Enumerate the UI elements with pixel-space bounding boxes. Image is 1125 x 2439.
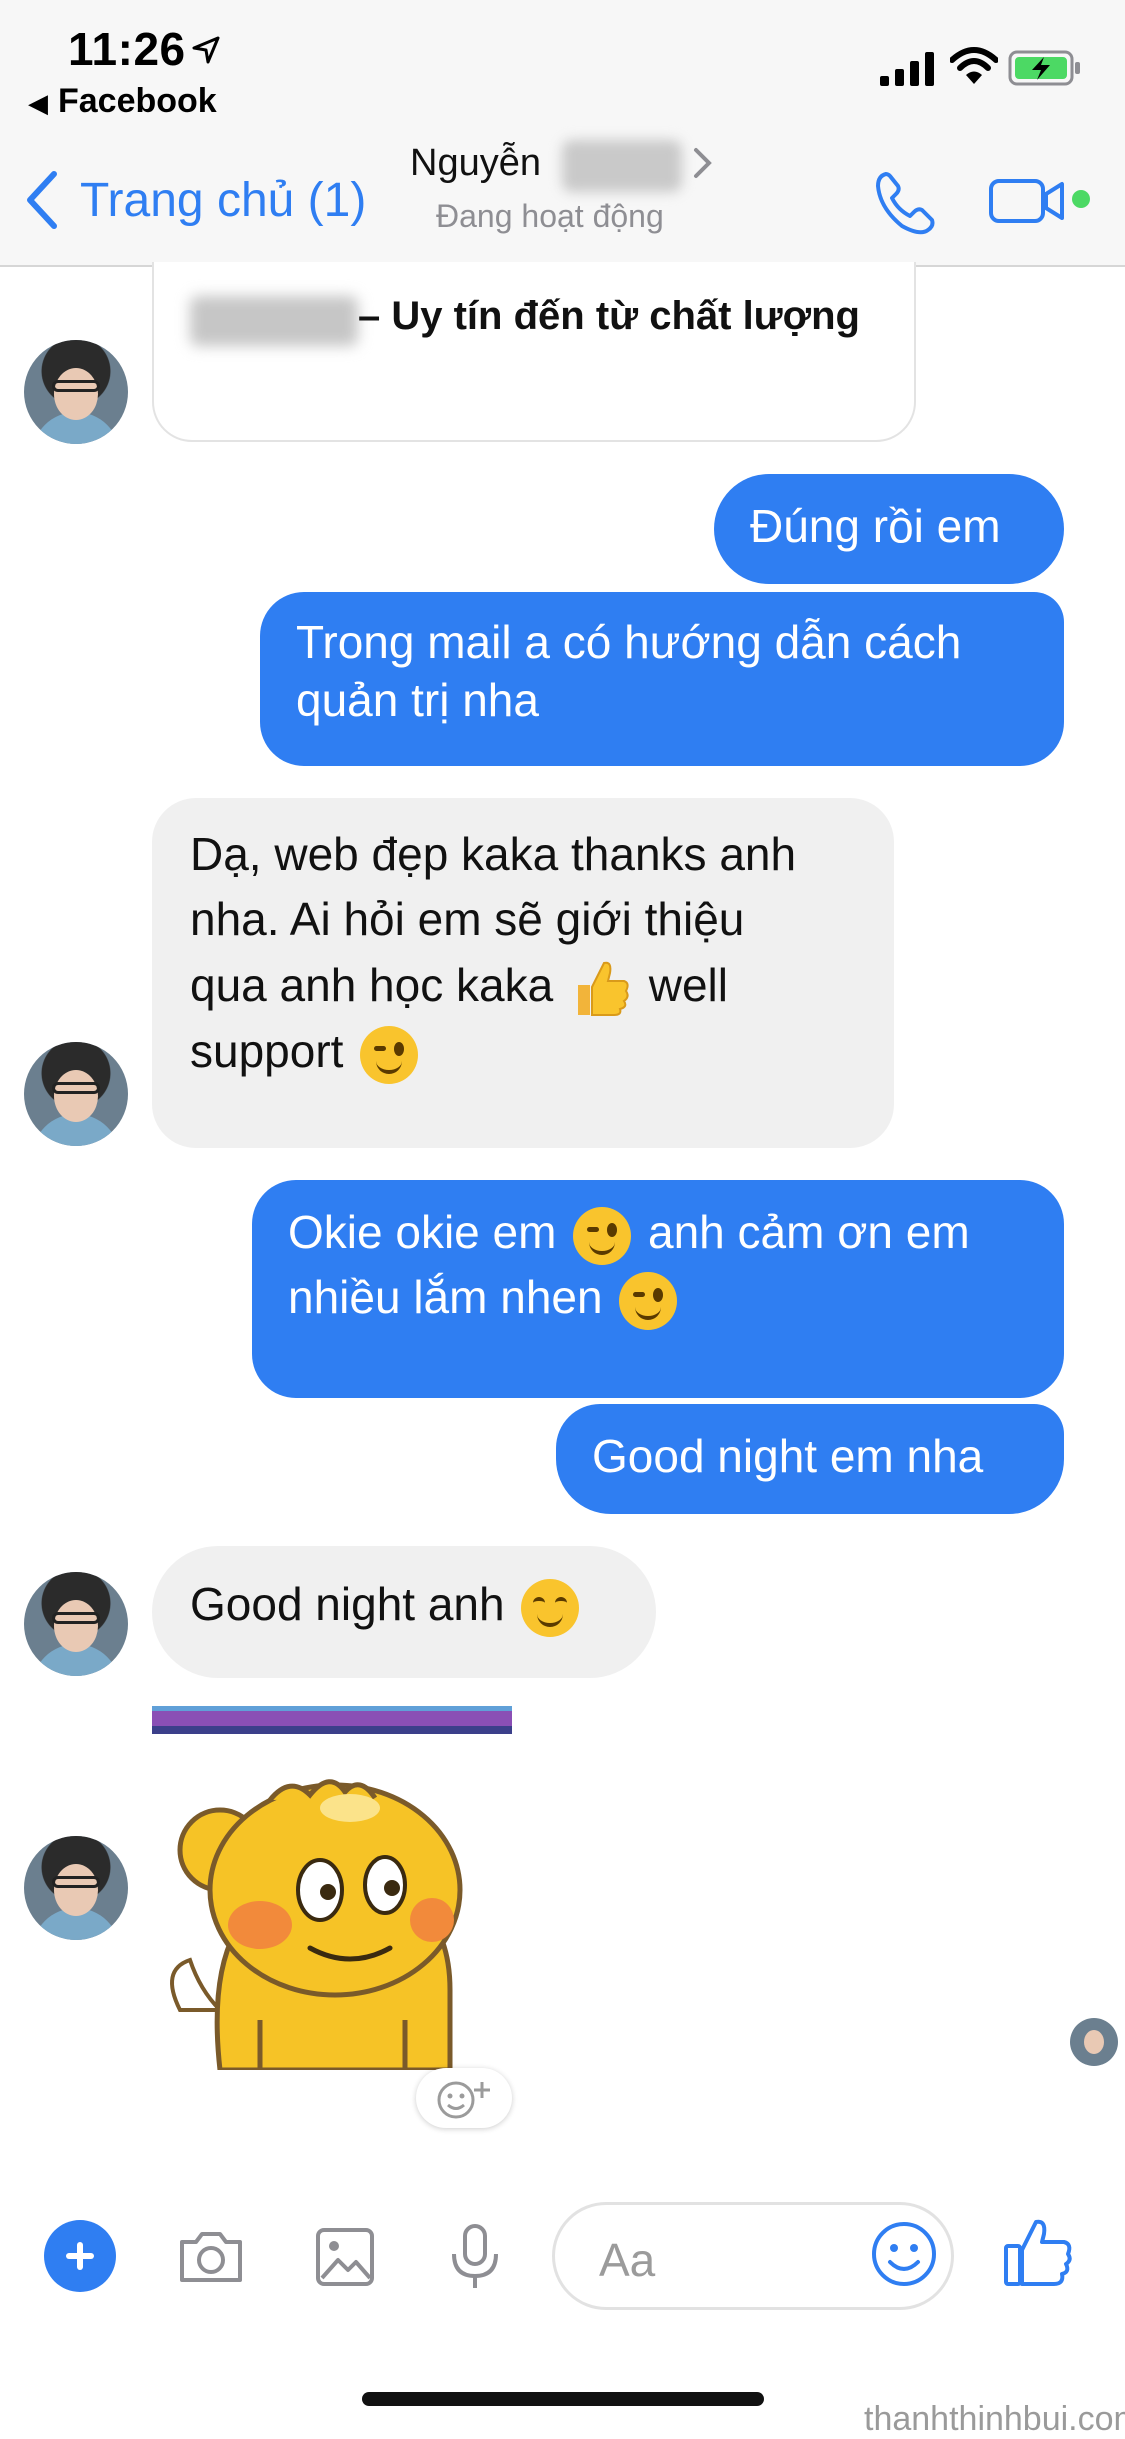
message-text-line: qua anh học kaka [190, 958, 554, 1011]
conversation-header: Trang chủ (1) Nguyễn Đang hoạt động [0, 130, 1125, 267]
wink-emoji-icon [360, 1026, 419, 1085]
cellular-signal-icon [880, 52, 934, 86]
watermark: thanhthinhbui.com [864, 2400, 1125, 2438]
phone-call-icon[interactable] [872, 168, 942, 238]
status-bar: 11:26 ◀ Facebook [0, 0, 1125, 130]
emoji-icon[interactable] [870, 2220, 938, 2288]
back-button[interactable]: Trang chủ (1) [24, 170, 366, 230]
received-message-bubble[interactable]: Dạ, web đẹp kaka thanks anh nha. Ai hỏi … [152, 798, 894, 1148]
message-text-line: nha. Ai hỏi em sẽ giới thiệu [190, 893, 745, 946]
image-icon[interactable] [310, 2222, 380, 2292]
message-text-line: well [648, 958, 728, 1011]
back-to-app-link[interactable]: ◀ Facebook [28, 82, 217, 121]
contact-avatar[interactable] [24, 1042, 128, 1146]
smile-emoji-icon [521, 1578, 580, 1637]
microphone-icon[interactable] [440, 2222, 510, 2292]
chevron-right-icon[interactable] [692, 146, 714, 180]
contact-avatar[interactable] [24, 1572, 128, 1676]
contact-avatar[interactable] [24, 1836, 128, 1940]
sent-message-bubble[interactable]: Trong mail a có hướng dẫn cách quản trị … [260, 592, 1064, 766]
message-text-line: nhiều lắm nhen [288, 1271, 603, 1324]
sent-message-bubble[interactable]: Okie okie em anh cảm ơn em nhiều lắm nhe… [252, 1180, 1064, 1398]
contact-avatar[interactable] [24, 340, 128, 444]
link-preview-card[interactable]: – Uy tín đến từ chất lượng [152, 262, 916, 442]
chevron-left-icon [27, 171, 57, 229]
message-text-line: quản trị nha [296, 673, 539, 726]
battery-charging-icon [1008, 50, 1080, 86]
back-app-label: Facebook [58, 82, 217, 120]
wink-emoji-icon [573, 1206, 632, 1265]
add-reaction-button[interactable] [416, 2068, 512, 2128]
received-message-bubble[interactable]: Good night anh [152, 1546, 656, 1678]
link-preview-title: – Uy tín đến từ chất lượng [358, 294, 860, 338]
seen-receipt-avatar [1070, 2018, 1118, 2066]
back-button-label: Trang chủ (1) [80, 173, 367, 227]
status-time: 11:26 [68, 23, 186, 75]
contact-status: Đang hoạt động [436, 198, 664, 234]
online-indicator [1072, 190, 1090, 208]
message-input-placeholder: Aa [599, 2234, 656, 2286]
wifi-icon [950, 47, 998, 84]
message-text-line: Trong mail a có hướng dẫn cách [296, 616, 962, 668]
blurred-link-title [190, 296, 358, 346]
message-text: Đúng rồi em [750, 500, 1001, 552]
sent-message-bubble[interactable]: Đúng rồi em [714, 474, 1064, 584]
back-triangle-icon: ◀ [28, 88, 48, 118]
wink-emoji-icon [619, 1272, 678, 1331]
message-text-line: Dạ, web đẹp kaka thanks anh [190, 828, 797, 880]
sticker-preview-strip [152, 1706, 512, 1734]
location-arrow-icon [192, 36, 220, 64]
message-text: Good night anh [190, 1578, 505, 1630]
message-text: Good night em nha [592, 1430, 984, 1482]
plus-icon[interactable] [44, 2220, 116, 2292]
thumbs-up-emoji-icon [577, 962, 629, 1017]
message-text-line: support [190, 1025, 344, 1078]
home-indicator[interactable] [362, 2392, 764, 2406]
sent-message-bubble[interactable]: Good night em nha [556, 1404, 1064, 1514]
contact-name[interactable]: Nguyễn [410, 142, 541, 185]
blurred-name-region [562, 140, 682, 192]
emoji-plus-icon [437, 2081, 490, 2119]
thumbs-up-icon[interactable] [1000, 2214, 1076, 2290]
camera-icon[interactable] [176, 2222, 246, 2292]
message-text-line: anh cảm ơn em [648, 1206, 970, 1258]
video-call-icon[interactable] [988, 176, 1068, 226]
message-composer: Aa [0, 2180, 1125, 2330]
message-text-line: Okie okie em [288, 1206, 557, 1258]
yellow-chick-sticker-icon[interactable] [160, 1770, 490, 2070]
